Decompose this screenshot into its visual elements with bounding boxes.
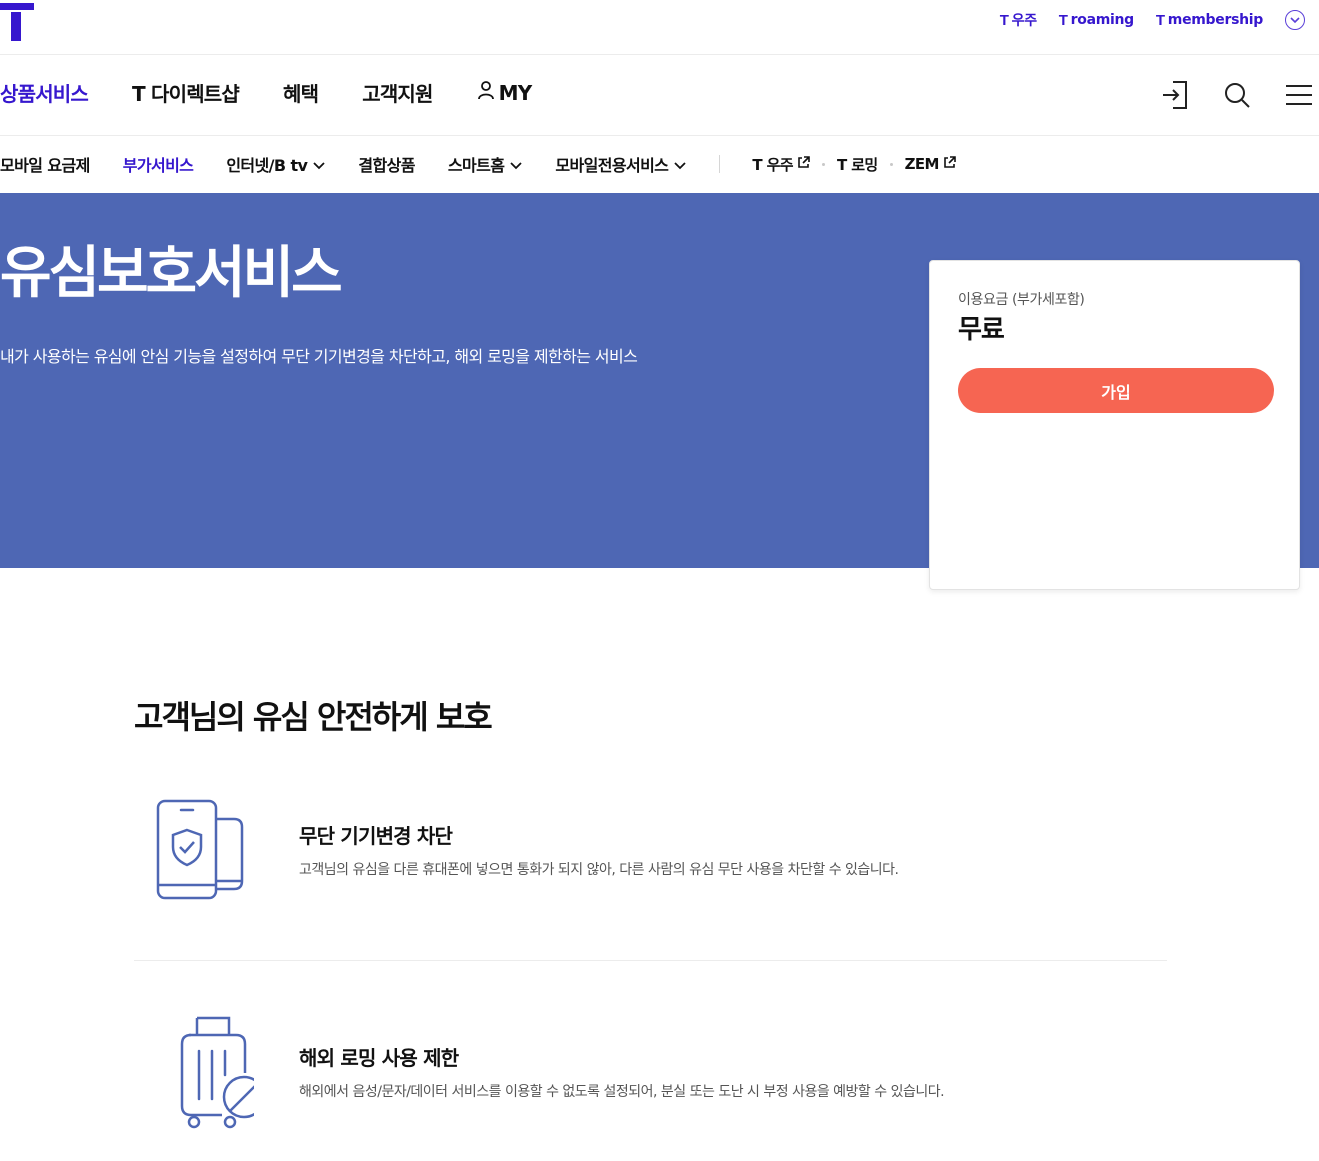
lnb-ext-label: T 우주	[752, 155, 793, 174]
lnb-separator-dot	[889, 162, 893, 166]
price-label: 이용요금 (부가세포함)	[958, 292, 1085, 308]
lnb-ext-label: ZEM	[904, 155, 940, 173]
lnb-item-mobile-only[interactable]: 모바일전용서비스	[555, 152, 686, 176]
login-icon[interactable]	[1159, 79, 1191, 111]
t-logo-icon[interactable]	[0, 3, 34, 41]
util-link-membership[interactable]: T membership	[1156, 12, 1263, 29]
feature-title: 무단 기기변경 차단	[299, 824, 453, 848]
feature-item: 해외 로밍 사용 제한 해외에서 음성/문자/데이터 서비스를 이용할 수 없도…	[134, 1015, 1167, 1145]
chevron-down-icon	[313, 155, 326, 174]
util-link-label: 우주	[1011, 13, 1037, 29]
feature-title: 해외 로밍 사용 제한	[299, 1046, 459, 1070]
lnb-item-label: 인터넷/B tv	[226, 156, 308, 175]
util-link-prefix: T	[1058, 11, 1068, 29]
gnb-item-label: MY	[498, 80, 533, 105]
price-value: 무료	[958, 315, 1005, 345]
section-title: 고객님의 유심 안전하게 보호	[134, 698, 493, 736]
lnb-item-internet-btv[interactable]: 인터넷/B tv	[226, 152, 326, 176]
lnb-item-label: 결합상품	[358, 156, 415, 175]
external-link-icon	[797, 155, 810, 173]
main-navigation: 상품서비스 T 다이렉트샵 혜택 고객지원 MY	[0, 55, 1319, 136]
lnb-item-label: 모바일 요금제	[0, 156, 90, 175]
gnb-item-support[interactable]: 고객지원	[362, 78, 433, 107]
page-title: 유심보호서비스	[0, 241, 343, 306]
lnb-item-mobile-plan[interactable]: 모바일 요금제	[0, 152, 90, 176]
lnb-divider	[719, 155, 721, 173]
lnb-ext-label: T 로밍	[836, 155, 878, 174]
search-icon[interactable]	[1221, 79, 1253, 111]
util-link-prefix: T	[999, 11, 1009, 29]
chevron-down-icon	[510, 155, 522, 174]
gnb-item-my[interactable]: MY	[477, 80, 532, 105]
feature-item: 무단 기기변경 차단 고객님의 유심을 다른 휴대폰에 넣으면 통화가 되지 않…	[134, 795, 1167, 961]
hero-description: 내가 사용하는 유심에 안심 기능을 설정하여 무단 기기변경을 차단하고, 해…	[0, 347, 638, 366]
utility-links: T 우주 T roaming T membership	[1000, 10, 1305, 30]
gnb-item-benefits[interactable]: 혜택	[283, 78, 319, 107]
gnb-item-products[interactable]: 상품서비스	[0, 78, 89, 107]
menu-icon[interactable]	[1283, 79, 1315, 111]
util-link-prefix: T	[1155, 11, 1165, 29]
util-link-label: membership	[1167, 12, 1264, 28]
util-link-label: roaming	[1070, 12, 1135, 28]
lnb-separator-dot	[821, 162, 825, 166]
gnb-item-direct-shop[interactable]: T 다이렉트샵	[132, 78, 240, 107]
join-button[interactable]: 가입	[958, 368, 1274, 413]
gnb-item-label: T 다이렉트샵	[132, 82, 240, 106]
phone-shield-icon	[154, 795, 254, 905]
chevron-down-icon	[674, 155, 686, 174]
lnb-item-bundle[interactable]: 결합상품	[358, 152, 415, 176]
main-menu: 상품서비스 T 다이렉트샵 혜택 고객지원 MY	[0, 78, 575, 107]
lnb-ext-roaming[interactable]: T 로밍	[837, 154, 878, 175]
feature-description: 고객님의 유심을 다른 휴대폰에 넣으면 통화가 되지 않아, 다른 사람의 유…	[299, 862, 899, 878]
feature-description: 해외에서 음성/문자/데이터 서비스를 이용할 수 없도록 설정되어, 분실 또…	[299, 1084, 945, 1100]
sub-menu: 모바일 요금제 부가서비스 인터넷/B tv 결합상품 스마트홈 모바일전용서비…	[0, 152, 956, 176]
sub-navigation: 모바일 요금제 부가서비스 인터넷/B tv 결합상품 스마트홈 모바일전용서비…	[0, 136, 1319, 193]
lnb-item-addon[interactable]: 부가서비스	[123, 152, 194, 176]
util-link-roaming[interactable]: T roaming	[1059, 12, 1134, 29]
utility-bar: T 우주 T roaming T membership	[0, 0, 1319, 55]
util-link-tuju[interactable]: T 우주	[1000, 10, 1037, 30]
price-card: 이용요금 (부가세포함) 무료 가입	[929, 260, 1300, 590]
user-icon	[477, 80, 495, 105]
lnb-item-label: 부가서비스	[122, 156, 194, 175]
gnb-item-label: 혜택	[283, 82, 319, 106]
lnb-item-smarthome[interactable]: 스마트홈	[448, 152, 522, 176]
external-link-icon	[943, 155, 956, 173]
gnb-icon-group	[1159, 79, 1315, 111]
chevron-down-circle-icon[interactable]	[1285, 10, 1305, 30]
lnb-ext-zem[interactable]: ZEM	[905, 155, 956, 173]
gnb-item-label: 상품서비스	[0, 82, 89, 106]
gnb-item-label: 고객지원	[362, 82, 433, 106]
lnb-item-label: 스마트홈	[447, 156, 505, 175]
luggage-blocked-icon	[154, 1015, 266, 1129]
lnb-ext-tuju[interactable]: T 우주	[752, 154, 810, 175]
lnb-item-label: 모바일전용서비스	[555, 156, 669, 175]
